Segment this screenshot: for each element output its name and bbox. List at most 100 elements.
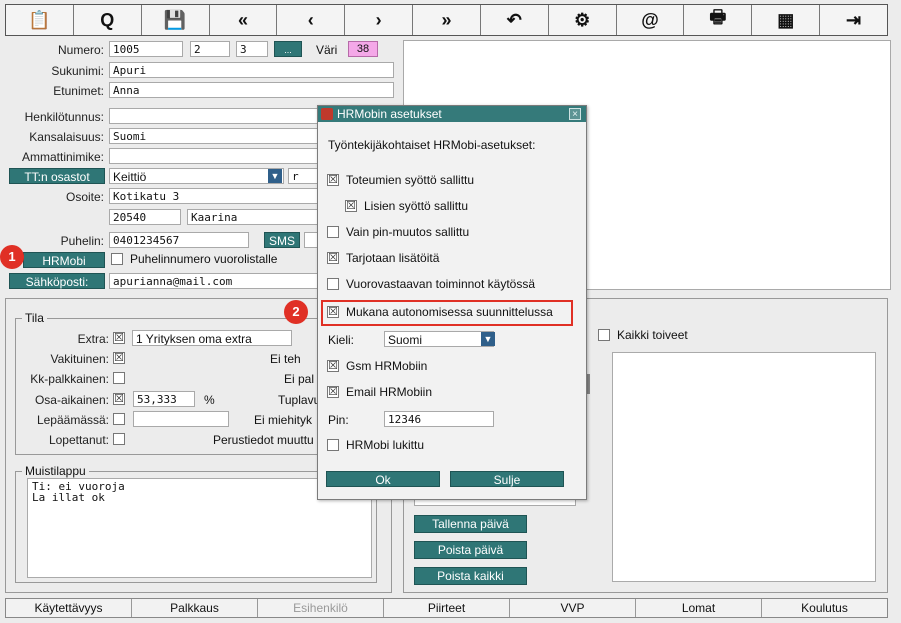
vakituinen-checkbox[interactable]: ☒	[113, 352, 125, 364]
sms-button[interactable]: SMS	[264, 232, 300, 248]
autonominen-checkbox[interactable]: ☒	[327, 306, 339, 318]
sahkoposti-field[interactable]: apurianna@mail.com	[109, 273, 319, 289]
lepaamassa-field[interactable]	[133, 411, 229, 427]
pin-muutos-label: Vain pin-muutos sallittu	[346, 225, 470, 239]
tallenna-paiva-button[interactable]: Tallenna päivä	[414, 515, 527, 533]
extra-label: Extra:	[77, 332, 109, 346]
etunimet-field[interactable]: Anna	[109, 82, 394, 98]
sulje-button[interactable]: Sulje	[450, 471, 564, 487]
vakituinen-label: Vakituinen:	[50, 352, 109, 366]
numero-field-3[interactable]: 3	[236, 41, 268, 57]
annotation-badge-1: 1	[0, 245, 24, 269]
print-icon[interactable]: 🖶	[684, 5, 753, 35]
autonominen-label: Mukana autonomisessa suunnittelussa	[346, 305, 553, 319]
henkilotunnus-field[interactable]	[109, 108, 319, 124]
poista-paiva-button[interactable]: Poista päivä	[414, 541, 527, 559]
puhelinnumero-checkbox[interactable]	[111, 253, 123, 265]
lepaamassa-label: Lepäämässä:	[36, 413, 109, 427]
kieli-value: Suomi	[388, 333, 423, 347]
extra-select[interactable]: 1 Yrityksen oma extra	[132, 330, 292, 346]
kieli-select[interactable]: Suomi	[384, 331, 494, 347]
sahkoposti-button[interactable]: Sähköposti:	[9, 273, 105, 289]
next-record-icon[interactable]: ›	[345, 5, 414, 35]
chevron-down-icon[interactable]: ▼	[481, 332, 495, 346]
last-record-icon[interactable]: »	[413, 5, 481, 35]
tab-esihenkilo[interactable]: Esihenkilö	[258, 599, 384, 617]
vuorovastaava-label: Vuorovastaavan toiminnot käytössä	[346, 277, 535, 291]
hrmobi-button[interactable]: HRMobi	[23, 252, 105, 268]
osasto-value: Keittiö	[113, 170, 147, 184]
gsm-checkbox[interactable]: ☒	[327, 360, 339, 372]
osoite-label: Osoite:	[65, 190, 104, 204]
puhelin-field[interactable]: 0401234567	[109, 232, 249, 248]
lukittu-label: HRMobi lukittu	[346, 438, 425, 452]
toiveet-list[interactable]	[612, 352, 876, 582]
tila-title: Tila	[22, 311, 47, 325]
toteumat-checkbox[interactable]: ☒	[327, 174, 339, 186]
osa-aikainen-checkbox[interactable]: ☒	[113, 393, 125, 405]
annotation-badge-2: 2	[284, 300, 308, 324]
search-icon[interactable]: Q	[74, 5, 142, 35]
tab-koulutus[interactable]: Koulutus	[762, 599, 887, 617]
lopettanut-checkbox[interactable]	[113, 433, 125, 445]
gsm-label: Gsm HRMobiin	[346, 359, 428, 373]
calendar-icon[interactable]: ▦	[752, 5, 821, 35]
email-icon[interactable]: @	[617, 5, 685, 35]
osoite-field[interactable]: Kotikatu 3	[109, 188, 319, 204]
first-record-icon[interactable]: «	[210, 5, 278, 35]
hrmobi-settings-dialog: HRMobin asetukset × Työntekijäkohtaiset …	[317, 105, 587, 500]
ei-pal-label: Ei pal	[284, 372, 315, 386]
kaikki-toiveet-checkbox[interactable]	[598, 329, 610, 341]
undo-icon[interactable]: ↶	[481, 5, 549, 35]
clipboard-icon[interactable]: 📋	[6, 5, 74, 35]
ok-button[interactable]: Ok	[326, 471, 440, 487]
pin-muutos-checkbox[interactable]	[327, 226, 339, 238]
ammattinimike-field[interactable]	[109, 148, 319, 164]
osa-aikainen-field[interactable]: 53,333	[133, 391, 195, 407]
lukittu-checkbox[interactable]	[327, 439, 339, 451]
kansalaisuus-label: Kansalaisuus:	[29, 130, 104, 144]
kieli-label: Kieli:	[328, 333, 355, 347]
tab-piirteet[interactable]: Piirteet	[384, 599, 510, 617]
dialog-titlebar[interactable]: HRMobin asetukset ×	[318, 106, 586, 122]
app-logo-icon	[321, 108, 333, 120]
ei-miehityk-label: Ei miehityk	[254, 413, 313, 427]
poista-kaikki-button[interactable]: Poista kaikki	[414, 567, 527, 585]
tab-vvp[interactable]: VVP	[510, 599, 636, 617]
extra-checkbox[interactable]: ☒	[113, 332, 125, 344]
vuorovastaava-checkbox[interactable]	[327, 278, 339, 290]
email-checkbox[interactable]: ☒	[327, 386, 339, 398]
tab-lomat[interactable]: Lomat	[636, 599, 762, 617]
tab-kaytettavyys[interactable]: Käytettävyys	[6, 599, 132, 617]
lisat-label: Lisien syöttö sallittu	[364, 199, 469, 213]
color-swatch[interactable]: 38	[348, 41, 378, 57]
kansalaisuus-field[interactable]: Suomi	[109, 128, 319, 144]
settings-gears-icon[interactable]: ⚙	[549, 5, 617, 35]
close-icon[interactable]: ×	[569, 108, 581, 120]
save-icon[interactable]: 💾	[142, 5, 210, 35]
exit-icon[interactable]: ⇥	[820, 5, 887, 35]
kaupunki-field[interactable]: Kaarina	[187, 209, 319, 225]
numero-field-2[interactable]: 2	[190, 41, 230, 57]
perustiedot-label: Perustiedot muuttu	[213, 433, 314, 447]
osasto-extra-field[interactable]: r	[288, 168, 320, 184]
osasto-select[interactable]: Keittiö	[109, 168, 284, 184]
postinumero-field[interactable]: 20540	[109, 209, 181, 225]
kk-palkkainen-checkbox[interactable]	[113, 372, 125, 384]
pin-field[interactable]: 12346	[384, 411, 494, 427]
previous-record-icon[interactable]: ‹	[277, 5, 346, 35]
scrollbar-handle[interactable]	[587, 374, 590, 394]
main-toolbar: 📋 Q 💾 « ‹ › » ↶ ⚙ @ 🖶 ▦ ⇥	[5, 4, 888, 36]
tt-osastot-button[interactable]: TT:n osastot	[9, 168, 105, 184]
tab-palkkaus[interactable]: Palkkaus	[132, 599, 258, 617]
chevron-down-icon[interactable]: ▼	[268, 169, 282, 183]
tarjotaan-checkbox[interactable]: ☒	[327, 252, 339, 264]
percent-label: %	[204, 393, 215, 407]
browse-button[interactable]: ...	[274, 41, 302, 57]
sukunimi-field[interactable]: Apuri	[109, 62, 394, 78]
numero-field[interactable]: 1005	[109, 41, 183, 57]
lisat-checkbox[interactable]: ☒	[345, 200, 357, 212]
bottom-tabs: Käytettävyys Palkkaus Esihenkilö Piirtee…	[5, 598, 888, 618]
henkilotunnus-label: Henkilötunnus:	[24, 110, 104, 124]
lepaamassa-checkbox[interactable]	[113, 413, 125, 425]
